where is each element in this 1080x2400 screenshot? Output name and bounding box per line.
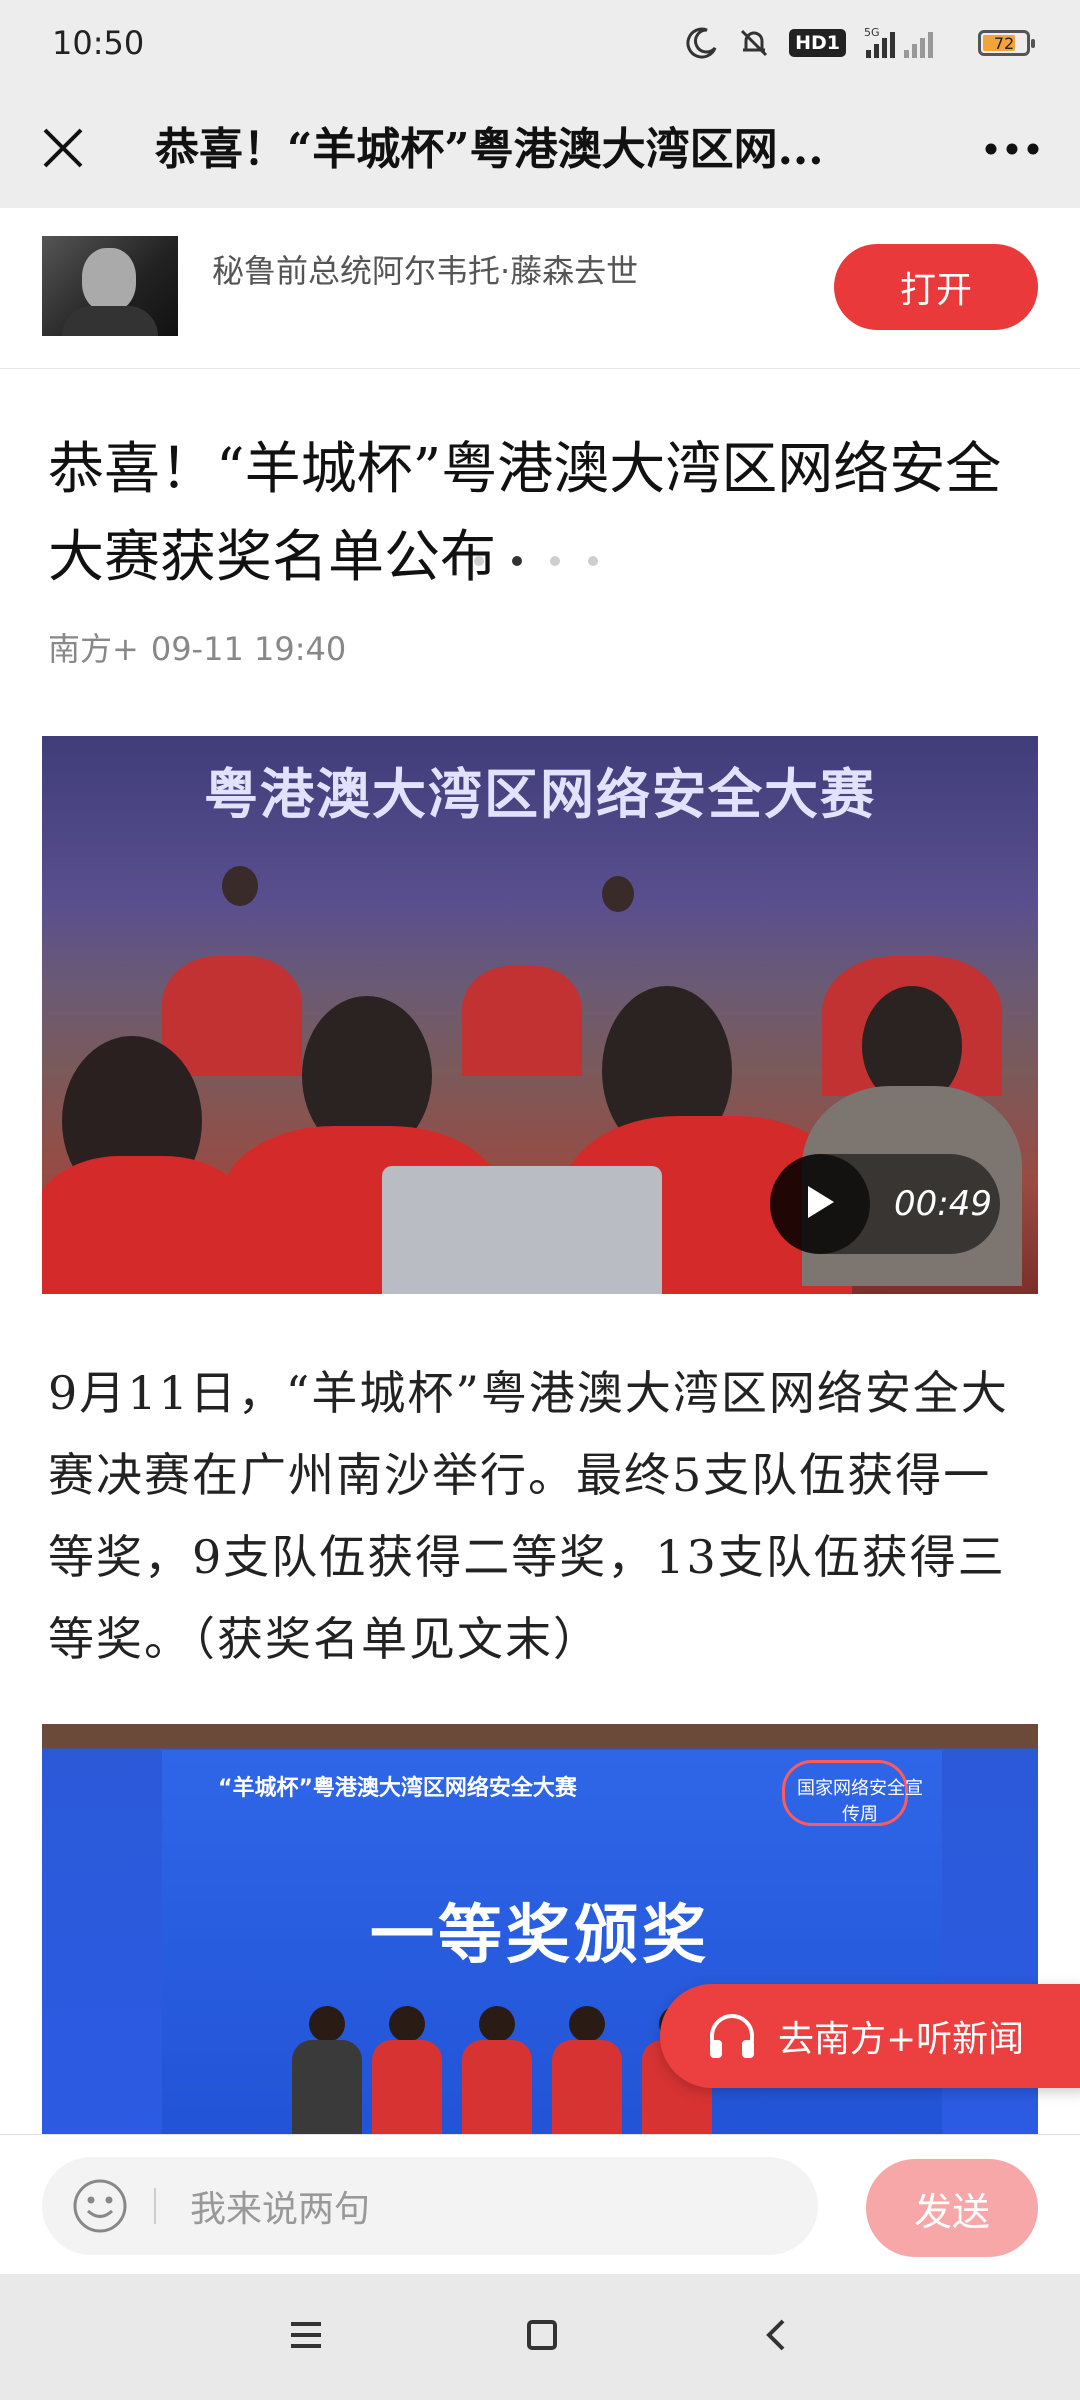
listen-news-label: 去南方+听新闻: [778, 2019, 1025, 2060]
article-meta: 南方+ 09-11 19:40: [48, 624, 358, 670]
article-title: 恭喜！“羊城杯”粤港澳大湾区网络安全大赛获奖名单公布: [48, 437, 1002, 590]
banner-thumbnail: [42, 236, 178, 336]
page-title: 恭喜！“羊城杯”粤港澳大湾区网...: [155, 124, 824, 175]
back-nav-button[interactable]: [746, 2312, 806, 2362]
comment-placeholder: 我来说两句: [190, 2189, 371, 2230]
battery-icon: 72: [978, 30, 1035, 56]
close-button[interactable]: [30, 117, 96, 183]
comment-bar: 我来说两句 发送: [0, 2134, 1080, 2275]
menu-icon: [289, 2320, 323, 2354]
video-player[interactable]: 粤港澳大湾区网络安全大赛 00:49: [42, 736, 1038, 1294]
banner-headline: 秘鲁前总统阿尔韦托·藤森去世: [212, 252, 639, 290]
article-datetime: 09-11 19:40: [150, 630, 347, 668]
video-controls[interactable]: 00:49: [770, 1154, 1000, 1254]
news-banner[interactable]: 秘鲁前总统阿尔韦托·藤森去世 打开: [0, 208, 1080, 566]
headphones-icon: [706, 2012, 758, 2060]
status-icons: HD1 5G 72: [685, 26, 1035, 60]
article-paragraph: 9月11日，“羊城杯”粤港澳大湾区网络安全大赛决赛在广州南沙举行。最终5支队伍获…: [48, 1366, 1009, 1666]
bell-muted-icon: [737, 26, 771, 60]
signal-icon: 5G: [864, 26, 960, 60]
menu-nav-button[interactable]: [276, 2312, 336, 2362]
article-source[interactable]: 南方+: [48, 630, 139, 668]
more-icon: [984, 141, 1040, 160]
status-time: 10:50: [52, 24, 145, 62]
input-divider: [154, 2188, 156, 2224]
listen-news-button[interactable]: 去南方+听新闻: [660, 1984, 1080, 2088]
hd-badge: HD1: [789, 29, 846, 57]
event-logo-text: 国家网络安全宣传周: [797, 1778, 923, 1825]
play-icon: [802, 1182, 838, 1226]
laptop: [382, 1166, 662, 1294]
close-icon: [41, 126, 85, 174]
chevron-left-icon: [763, 2318, 789, 2356]
video-duration: 00:49: [894, 1184, 992, 1224]
photo-small-title: “羊城杯”粤港澳大湾区网络安全大赛: [218, 1776, 577, 1801]
comment-input[interactable]: 我来说两句: [42, 2157, 818, 2255]
battery-level: 72: [993, 33, 1015, 53]
system-nav-bar: [0, 2274, 1080, 2400]
svg-text:5G: 5G: [864, 26, 880, 39]
status-bar: 10:50 HD1 5G 72: [0, 0, 1080, 92]
play-button[interactable]: [770, 1154, 870, 1254]
square-icon: [526, 2319, 558, 2355]
home-nav-button[interactable]: [512, 2312, 572, 2362]
title-bar: 恭喜！“羊城杯”粤港澳大湾区网...: [0, 92, 1080, 208]
photo-main-title: 一等奖颁奖: [370, 1899, 710, 1973]
moon-icon: [685, 26, 719, 60]
emoji-icon[interactable]: [72, 2178, 128, 2234]
more-button[interactable]: [974, 122, 1050, 178]
send-button[interactable]: 发送: [866, 2159, 1038, 2257]
video-banner-text: 粤港澳大湾区网络安全大赛: [204, 763, 876, 826]
open-app-button[interactable]: 打开: [834, 244, 1038, 330]
